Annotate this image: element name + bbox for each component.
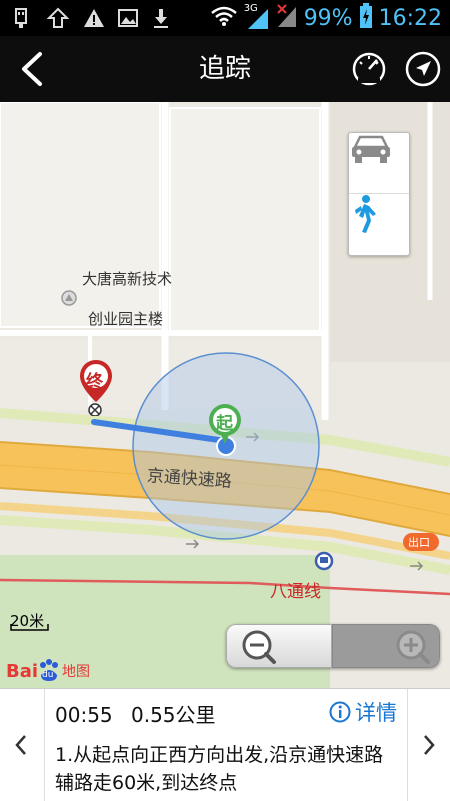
route-summary: 00:55 0.55公里: [55, 699, 216, 728]
zoom-controls: [226, 624, 440, 668]
battery-charging-icon: [359, 3, 373, 33]
zoom-out-icon: [242, 630, 276, 664]
zoom-in-button[interactable]: [332, 624, 440, 668]
start-marker-label: 起: [216, 414, 233, 434]
map-scale: 20米: [10, 610, 50, 632]
speedometer-button[interactable]: [350, 50, 388, 88]
subway-label: 八通线: [270, 582, 321, 602]
next-step-button[interactable]: [408, 689, 450, 801]
usb-icon: [12, 6, 30, 30]
travel-mode-panel: [348, 132, 410, 256]
route-duration: 00:55: [55, 703, 113, 727]
baidu-logo: Bai du 地图: [6, 656, 90, 686]
end-marker-label: 终: [86, 372, 103, 392]
poi-label-line1: 大唐高新技术: [82, 270, 173, 288]
download-icon: [150, 6, 172, 30]
speedometer-icon: [352, 52, 386, 86]
logo-bai: Bai: [6, 660, 39, 682]
warning-icon: [82, 6, 106, 30]
image-icon: [116, 6, 140, 30]
prev-step-button[interactable]: [0, 689, 42, 801]
status-right: 3G 99% 16:22: [210, 0, 442, 36]
walk-icon: [355, 195, 376, 233]
car-mode-button[interactable]: [349, 133, 409, 194]
logo-du: du: [42, 670, 54, 680]
chevron-left-icon: [15, 735, 26, 755]
route-info-panel: 00:55 0.55公里 详情 1.从起点向正西方向出发,沿京通快速路辅路走60…: [0, 688, 450, 801]
status-bar: 3G 99% 16:22: [0, 0, 450, 36]
walk-mode-button[interactable]: [349, 194, 409, 254]
route-distance: 0.55公里: [131, 703, 216, 727]
map-view[interactable]: 终 起 大唐高新技术 创业园主楼 京通快速路 八通线 出口 20米 Bai du…: [0, 102, 450, 688]
title-bar: 追踪: [0, 36, 450, 102]
clock: 16:22: [378, 5, 442, 31]
poi-label-line2: 创业园主楼: [88, 310, 164, 328]
route-step-description: 1.从起点向正西方向出发,沿京通快速路辅路走60米,到达终点: [55, 744, 384, 794]
logo-map-text: 地图: [62, 664, 91, 680]
navigation-button[interactable]: [404, 50, 442, 88]
upload-icon: [46, 6, 70, 30]
signal-off-icon: [276, 3, 298, 33]
paw-icon: du: [38, 659, 60, 683]
info-icon: [329, 701, 351, 723]
exit-label: 出口: [408, 536, 430, 549]
details-label: 详情: [355, 701, 397, 725]
signal-3g-icon: 3G: [244, 3, 270, 31]
navigation-arrow-icon: [405, 51, 441, 87]
details-button[interactable]: 详情: [329, 697, 397, 727]
zoom-out-button[interactable]: [226, 624, 332, 668]
zoom-in-icon: [396, 630, 430, 664]
route-info-box: 00:55 0.55公里 详情 1.从起点向正西方向出发,沿京通快速路辅路走60…: [44, 689, 408, 801]
car-icon: [352, 135, 390, 163]
wifi-icon: [210, 5, 238, 31]
battery-percent: 99%: [303, 5, 353, 31]
chevron-right-icon: [424, 735, 435, 755]
